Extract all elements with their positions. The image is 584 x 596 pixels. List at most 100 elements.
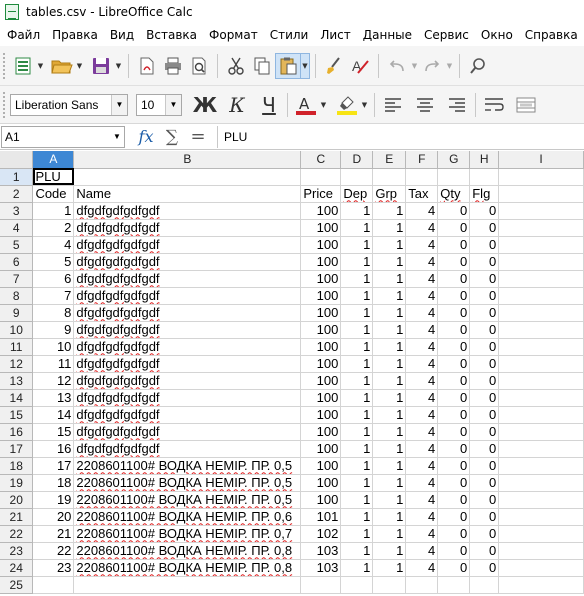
cell-a14[interactable]: 13	[32, 389, 75, 407]
cell-e25[interactable]	[372, 576, 407, 594]
cell-f1[interactable]	[405, 168, 439, 186]
cell-e1[interactable]	[372, 168, 407, 186]
cell-g13[interactable]: 0	[437, 372, 471, 390]
cell-g16[interactable]: 0	[437, 423, 471, 441]
cell-h11[interactable]: 0	[469, 338, 500, 356]
menu-insert[interactable]: Вставка	[140, 24, 203, 46]
new-dropdown[interactable]: ▼	[36, 53, 45, 79]
cell-d25[interactable]	[340, 576, 374, 594]
cell-h9[interactable]: 0	[469, 304, 500, 322]
cell-i7[interactable]	[498, 270, 584, 288]
cell-d18[interactable]: 1	[340, 457, 374, 475]
cell-b25[interactable]	[73, 576, 302, 594]
cell-h5[interactable]: 0	[469, 236, 500, 254]
cell-a25[interactable]	[32, 576, 75, 594]
cell-d9[interactable]: 1	[340, 304, 374, 322]
formula-button[interactable]: =	[185, 126, 211, 148]
redo-dropdown[interactable]: ▼	[445, 53, 454, 79]
cell-c5[interactable]: 100	[300, 236, 342, 254]
cell-d15[interactable]: 1	[340, 406, 374, 424]
cell-g8[interactable]: 0	[437, 287, 471, 305]
cell-e6[interactable]: 1	[372, 253, 407, 271]
row-header[interactable]: 15	[0, 406, 34, 424]
row-header[interactable]: 11	[0, 338, 34, 356]
cell-a13[interactable]: 12	[32, 372, 75, 390]
cell-f18[interactable]: 4	[405, 457, 439, 475]
export-pdf-button[interactable]	[134, 53, 160, 79]
cell-d19[interactable]: 1	[340, 474, 374, 492]
cell-i24[interactable]	[498, 559, 584, 577]
cell-c12[interactable]: 100	[300, 355, 342, 373]
cell-b5[interactable]: dfgdfgdfgdfgdf	[73, 236, 302, 254]
cell-c20[interactable]: 100	[300, 491, 342, 509]
column-header-g[interactable]: G	[437, 151, 471, 169]
cell-f12[interactable]: 4	[405, 355, 439, 373]
menu-edit[interactable]: Правка	[46, 24, 104, 46]
cell-b1[interactable]	[73, 168, 302, 186]
cell-e19[interactable]: 1	[372, 474, 407, 492]
cell-a11[interactable]: 10	[32, 338, 75, 356]
row-header[interactable]: 19	[0, 474, 34, 492]
cell-f23[interactable]: 4	[405, 542, 439, 560]
print-button[interactable]	[160, 53, 186, 79]
cell-b6[interactable]: dfgdfgdfgdfgdf	[73, 253, 302, 271]
sum-button[interactable]: ∑	[159, 126, 185, 148]
cell-d20[interactable]: 1	[340, 491, 374, 509]
toolbar-grip[interactable]	[3, 91, 7, 118]
cell-i2[interactable]	[498, 185, 584, 203]
cell-d7[interactable]: 1	[340, 270, 374, 288]
name-box[interactable]: A1 ▼	[1, 125, 125, 148]
cell-h23[interactable]: 0	[469, 542, 500, 560]
row-header[interactable]: 14	[0, 389, 34, 407]
cell-g3[interactable]: 0	[437, 202, 471, 220]
cell-f14[interactable]: 4	[405, 389, 439, 407]
row-header[interactable]: 18	[0, 457, 34, 475]
cell-e5[interactable]: 1	[372, 236, 407, 254]
cell-i4[interactable]	[498, 219, 584, 237]
cell-b22[interactable]: 2208601100# ВОДКА НЕМІР. ПР. 0,7	[73, 525, 302, 543]
cell-b16[interactable]: dfgdfgdfgdfgdf	[73, 423, 302, 441]
cell-g18[interactable]: 0	[437, 457, 471, 475]
cell-i15[interactable]	[498, 406, 584, 424]
highlight-color-dropdown[interactable]: ▼	[360, 92, 369, 118]
cell-i20[interactable]	[498, 491, 584, 509]
cell-b24[interactable]: 2208601100# ВОДКА НЕМІР. ПР. 0,8	[73, 559, 302, 577]
select-all-corner[interactable]	[0, 151, 34, 169]
row-header[interactable]: 25	[0, 576, 34, 594]
menu-data[interactable]: Данные	[357, 24, 418, 46]
paste-button[interactable]	[275, 52, 301, 79]
cell-f2[interactable]: Tax	[405, 185, 439, 203]
cell-i22[interactable]	[498, 525, 584, 543]
row-header[interactable]: 8	[0, 287, 34, 305]
merge-center-button[interactable]	[513, 92, 539, 118]
cell-f4[interactable]: 4	[405, 219, 439, 237]
toolbar-grip[interactable]	[3, 52, 7, 79]
cell-f25[interactable]	[405, 576, 439, 594]
cell-h6[interactable]: 0	[469, 253, 500, 271]
cell-c9[interactable]: 100	[300, 304, 342, 322]
cell-f11[interactable]: 4	[405, 338, 439, 356]
align-right-button[interactable]	[444, 92, 470, 118]
cell-e9[interactable]: 1	[372, 304, 407, 322]
menu-view[interactable]: Вид	[104, 24, 140, 46]
font-color-dropdown[interactable]: ▼	[319, 92, 328, 118]
cell-b17[interactable]: dfgdfgdfgdfgdf	[73, 440, 302, 458]
save-button[interactable]	[88, 53, 114, 79]
cell-f22[interactable]: 4	[405, 525, 439, 543]
menu-format[interactable]: Формат	[203, 24, 264, 46]
cell-a1[interactable]: PLU	[32, 168, 75, 186]
find-replace-button[interactable]	[465, 53, 491, 79]
cell-d16[interactable]: 1	[340, 423, 374, 441]
undo-button[interactable]	[384, 53, 410, 79]
cell-a10[interactable]: 9	[32, 321, 75, 339]
cell-f10[interactable]: 4	[405, 321, 439, 339]
cell-e18[interactable]: 1	[372, 457, 407, 475]
cell-i8[interactable]	[498, 287, 584, 305]
cell-h14[interactable]: 0	[469, 389, 500, 407]
column-header-c[interactable]: C	[300, 151, 342, 169]
cell-i18[interactable]	[498, 457, 584, 475]
row-header[interactable]: 21	[0, 508, 34, 526]
cell-b9[interactable]: dfgdfgdfgdfgdf	[73, 304, 302, 322]
row-header[interactable]: 6	[0, 253, 34, 271]
cell-h25[interactable]	[469, 576, 500, 594]
